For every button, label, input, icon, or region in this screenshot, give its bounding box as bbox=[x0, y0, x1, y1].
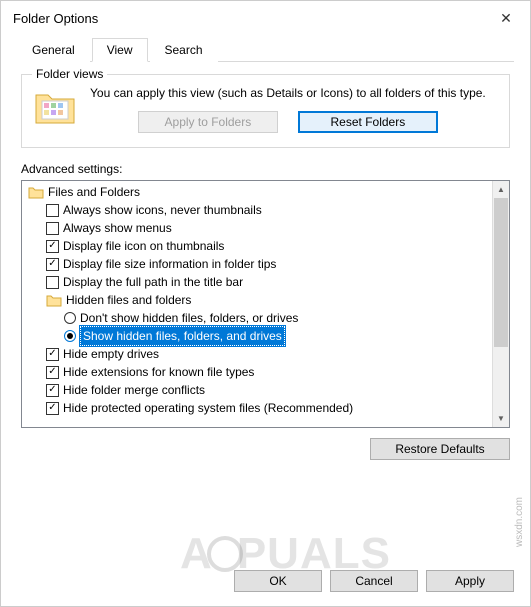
tree-label: Hide folder merge conflicts bbox=[63, 381, 205, 399]
tree-label: Show hidden files, folders, and drives bbox=[80, 326, 285, 346]
checkbox-icon bbox=[46, 204, 59, 217]
checkbox-icon: ✓ bbox=[46, 240, 59, 253]
folder-icon bbox=[46, 293, 62, 307]
tree-label: Always show icons, never thumbnails bbox=[63, 201, 262, 219]
scroll-down-icon[interactable]: ▼ bbox=[493, 410, 509, 427]
tree-label: Don't show hidden files, folders, or dri… bbox=[80, 309, 298, 327]
tree-group-hidden-files[interactable]: Hidden files and folders bbox=[26, 291, 488, 309]
radio-icon bbox=[64, 312, 76, 324]
tree-label: Display file icon on thumbnails bbox=[63, 237, 224, 255]
tree-label: Files and Folders bbox=[48, 183, 140, 201]
close-icon: ✕ bbox=[500, 10, 512, 27]
tree-item-full-path-title[interactable]: Display the full path in the title bar bbox=[26, 273, 488, 291]
advanced-settings-label: Advanced settings: bbox=[21, 162, 510, 176]
folder-views-legend: Folder views bbox=[32, 67, 107, 81]
checkbox-icon: ✓ bbox=[46, 402, 59, 415]
tree-item-file-icon-thumb[interactable]: ✓ Display file icon on thumbnails bbox=[26, 237, 488, 255]
tab-view[interactable]: View bbox=[92, 38, 148, 62]
scroll-up-icon[interactable]: ▲ bbox=[493, 181, 509, 198]
reset-folders-button[interactable]: Reset Folders bbox=[298, 111, 438, 133]
tab-search[interactable]: Search bbox=[150, 38, 218, 62]
titlebar: Folder Options ✕ bbox=[1, 1, 530, 35]
tree-group-files-folders[interactable]: Files and Folders bbox=[26, 183, 488, 201]
apply-button[interactable]: Apply bbox=[426, 570, 514, 592]
checkbox-icon: ✓ bbox=[46, 348, 59, 361]
checkbox-icon bbox=[46, 276, 59, 289]
tree-radio-show-hidden[interactable]: Show hidden files, folders, and drives bbox=[26, 327, 488, 345]
checkbox-icon: ✓ bbox=[46, 366, 59, 379]
folder-views-group: Folder views You can apply this view (su… bbox=[21, 74, 510, 148]
cancel-button[interactable]: Cancel bbox=[330, 570, 418, 592]
tree-label: Hide extensions for known file types bbox=[63, 363, 254, 381]
folder-icon bbox=[28, 185, 44, 199]
view-panel: Folder views You can apply this view (su… bbox=[1, 62, 530, 562]
advanced-settings-tree[interactable]: Files and Folders Always show icons, nev… bbox=[21, 180, 510, 428]
tree-item-always-icons[interactable]: Always show icons, never thumbnails bbox=[26, 201, 488, 219]
checkbox-icon: ✓ bbox=[46, 258, 59, 271]
tree-label: Display file size information in folder … bbox=[63, 255, 276, 273]
ok-button[interactable]: OK bbox=[234, 570, 322, 592]
folder-views-desc: You can apply this view (such as Details… bbox=[90, 85, 486, 101]
tree-item-hide-empty-drives[interactable]: ✓ Hide empty drives bbox=[26, 345, 488, 363]
tree-item-hide-os-files[interactable]: ✓ Hide protected operating system files … bbox=[26, 399, 488, 417]
tree-item-file-size-tips[interactable]: ✓ Display file size information in folde… bbox=[26, 255, 488, 273]
scroll-track[interactable] bbox=[493, 198, 509, 410]
folder-views-text: You can apply this view (such as Details… bbox=[90, 85, 486, 133]
dialog-title: Folder Options bbox=[13, 11, 98, 26]
close-button[interactable]: ✕ bbox=[486, 4, 526, 32]
checkbox-icon bbox=[46, 222, 59, 235]
tabstrip: General View Search bbox=[17, 37, 514, 62]
checkbox-icon: ✓ bbox=[46, 384, 59, 397]
tree-label: Display the full path in the title bar bbox=[63, 273, 243, 291]
tree-label: Hidden files and folders bbox=[66, 291, 191, 309]
tree-label: Hide protected operating system files (R… bbox=[63, 399, 353, 417]
tree-label: Always show menus bbox=[63, 219, 172, 237]
tree-label: Hide empty drives bbox=[63, 345, 159, 363]
tree-scrollbar[interactable]: ▲ ▼ bbox=[492, 181, 509, 427]
tree-radio-dont-show-hidden[interactable]: Don't show hidden files, folders, or dri… bbox=[26, 309, 488, 327]
dialog-button-row: OK Cancel Apply bbox=[1, 562, 530, 606]
apply-to-folders-button[interactable]: Apply to Folders bbox=[138, 111, 278, 133]
tree-content: Files and Folders Always show icons, nev… bbox=[22, 181, 492, 427]
tree-item-always-menus[interactable]: Always show menus bbox=[26, 219, 488, 237]
scroll-thumb[interactable] bbox=[494, 198, 508, 346]
radio-icon bbox=[64, 330, 76, 342]
folder-options-dialog: Folder Options ✕ General View Search Fol… bbox=[0, 0, 531, 607]
folder-icon bbox=[34, 87, 78, 127]
tab-general[interactable]: General bbox=[17, 38, 90, 62]
tree-item-hide-merge-conflicts[interactable]: ✓ Hide folder merge conflicts bbox=[26, 381, 488, 399]
tree-item-hide-extensions[interactable]: ✓ Hide extensions for known file types bbox=[26, 363, 488, 381]
restore-defaults-button[interactable]: Restore Defaults bbox=[370, 438, 510, 460]
